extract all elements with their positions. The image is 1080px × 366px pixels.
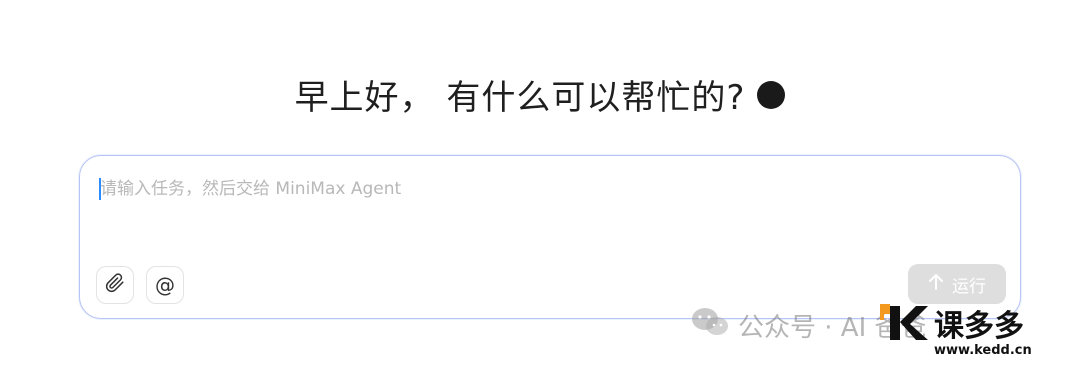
svg-text:课多多: 课多多 [934,309,1024,344]
greeting-header: 早上好， 有什么可以帮忙的? [0,70,1080,119]
attach-button[interactable] [96,266,134,304]
mention-button[interactable]: @ [146,266,184,304]
task-input[interactable] [100,174,990,214]
run-button[interactable]: 运行 [908,264,1006,304]
greeting-title: 早上好， 有什么可以帮忙的? [294,78,746,118]
kedd-logo: 课多多 www.kedd.cn [880,304,1032,358]
svg-text:www.kedd.cn: www.kedd.cn [934,343,1032,358]
at-sign-icon: @ [155,273,175,297]
task-composer: @ 运行 [79,155,1021,319]
arrow-up-icon [928,273,944,296]
wechat-icon [690,306,730,345]
run-button-label: 运行 [952,276,986,297]
status-dot-icon [757,80,786,109]
paperclip-icon [105,273,125,297]
